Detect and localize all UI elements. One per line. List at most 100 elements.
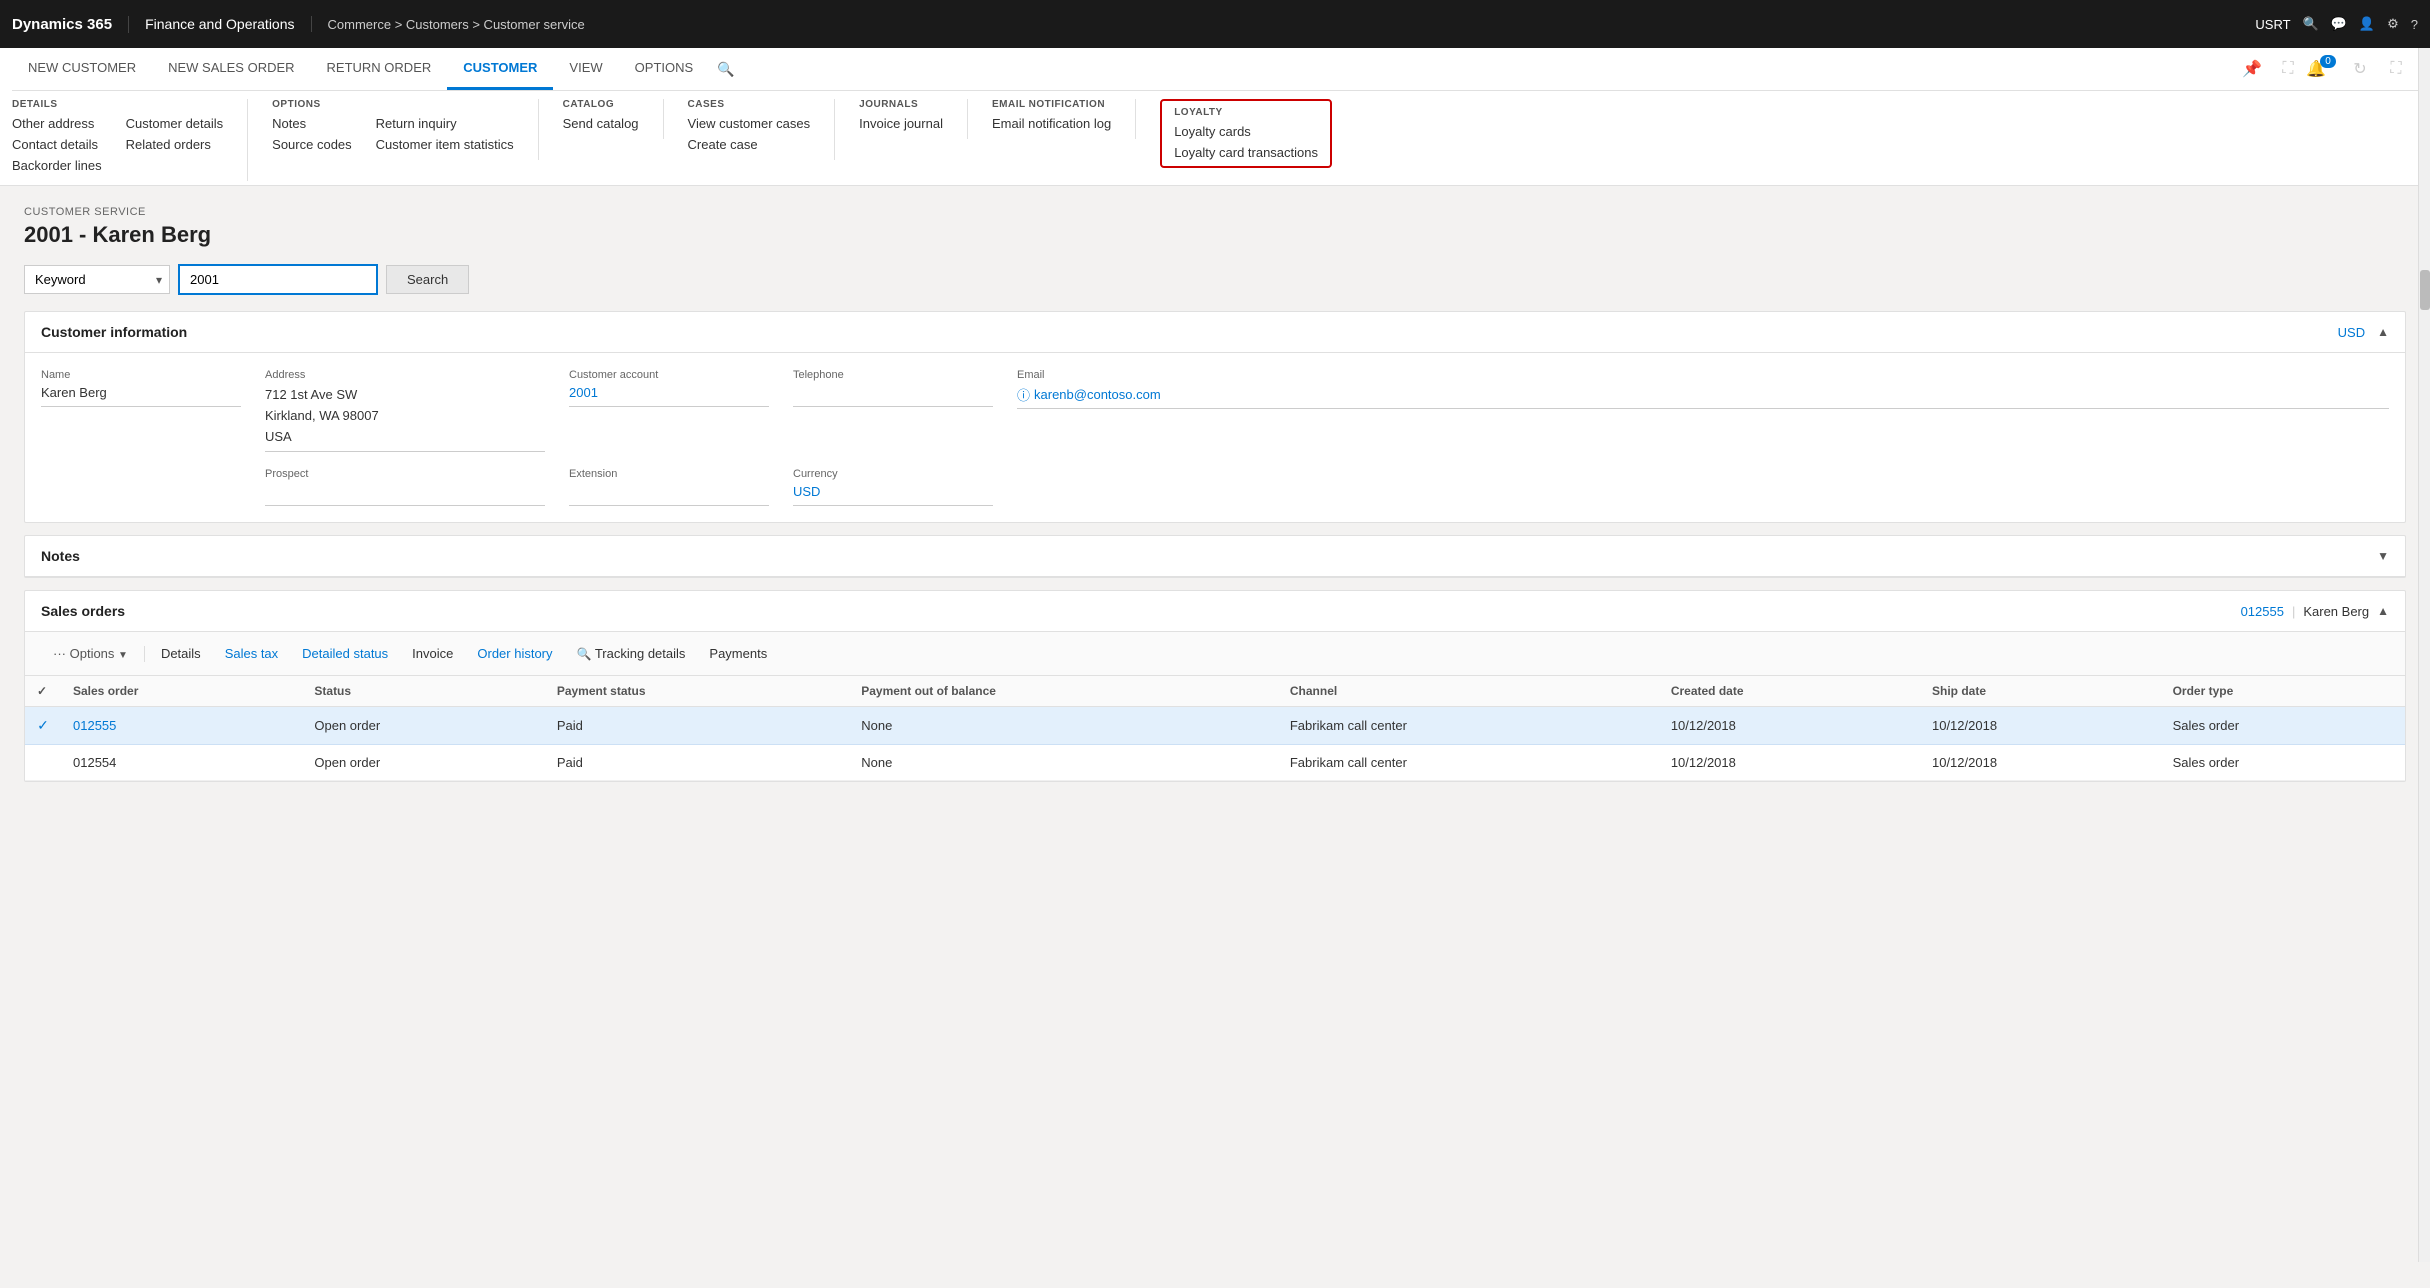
detailed-status-button[interactable]: Detailed status [290,640,400,667]
search-icon[interactable]: 🔍 [2303,16,2319,32]
row2-ship-date: 10/12/2018 [1920,745,2161,781]
tab-view[interactable]: VIEW [553,48,618,90]
details-button[interactable]: Details [149,640,213,667]
row1-order-id[interactable]: 012555 [61,707,302,745]
customer-info-title: Customer information [41,324,187,340]
ribbon-content: DETAILS Other address Contact details Ba… [12,91,2418,185]
search-input[interactable] [178,264,378,295]
table-row[interactable]: ✓ 012555 Open order Paid None Fabrikam c… [25,707,2405,745]
ribbon-view-customer-cases[interactable]: View customer cases [688,116,811,131]
ribbon-send-catalog[interactable]: Send catalog [563,116,639,131]
ribbon-loyalty-cards[interactable]: Loyalty cards [1174,124,1318,139]
customer-account-label: Customer account [569,369,769,381]
person-icon[interactable]: 👤 [2359,16,2375,32]
name-label: Name [41,369,241,381]
table-row[interactable]: 012554 Open order Paid None Fabrikam cal… [25,745,2405,781]
col-created-date[interactable]: Created date [1659,676,1920,707]
sales-orders-collapse-icon[interactable]: ▲ [2377,604,2389,618]
col-payment-status[interactable]: Payment status [545,676,849,707]
journals-group-title: JOURNALS [859,99,943,110]
email-text[interactable]: karenb@contoso.com [1034,387,1161,402]
page-scrollbar[interactable] [2418,48,2430,1262]
row1-checkbox[interactable]: ✓ [25,707,61,745]
extension-label: Extension [569,468,769,480]
scrollbar-thumb[interactable] [2420,270,2430,310]
notes-card: Notes ▼ [24,535,2406,578]
d365-label[interactable]: Dynamics 365 [12,16,129,33]
ribbon-search-icon[interactable]: 🔍 [709,49,742,90]
sales-orders-customer-name: Karen Berg [2303,604,2369,619]
breadcrumb: Commerce > Customers > Customer service [312,17,2256,32]
order-history-button[interactable]: Order history [465,640,564,667]
payments-button[interactable]: Payments [697,640,779,667]
col-status[interactable]: Status [302,676,544,707]
options-button[interactable]: ··· Options ▼ [41,640,140,667]
sales-orders-divider: | [2292,604,2295,619]
row2-status: Open order [302,745,544,781]
ribbon-create-case[interactable]: Create case [688,137,811,152]
ribbon-notification-icon[interactable]: 🔔 0 [2310,55,2338,83]
chat-icon[interactable]: 💬 [2331,16,2347,32]
col-payment-balance[interactable]: Payment out of balance [849,676,1278,707]
prospect-value [265,484,545,506]
ribbon-other-address[interactable]: Other address [12,116,102,131]
currency-value[interactable]: USD [793,484,993,506]
customer-info-header[interactable]: Customer information USD ▲ [25,312,2405,353]
ribbon-refresh-icon[interactable]: ↻ [2346,55,2374,83]
currency-link[interactable]: USD [2338,325,2365,340]
invoice-button[interactable]: Invoice [400,640,465,667]
col-sales-order[interactable]: Sales order [61,676,302,707]
ribbon-source-codes[interactable]: Source codes [272,137,352,152]
customer-info-card: Customer information USD ▲ Name Karen Be… [24,311,2406,523]
tab-customer[interactable]: CUSTOMER [447,48,553,90]
prospect-spacer [41,468,241,506]
col-ship-date[interactable]: Ship date [1920,676,2161,707]
ribbon-group-details: DETAILS Other address Contact details Ba… [12,99,248,181]
details-group-cols: Other address Contact details Backorder … [12,116,223,173]
customer-account-value[interactable]: 2001 [569,385,769,407]
ribbon-related-orders[interactable]: Related orders [126,137,224,152]
tab-new-customer[interactable]: New customer [12,48,152,90]
ribbon-pin-icon[interactable]: 📌 [2238,55,2266,83]
row2-checkbox[interactable] [25,745,61,781]
collapse-icon[interactable]: ▲ [2377,325,2389,339]
keyword-select-wrapper[interactable]: Keyword Customer account Name [24,265,170,294]
ribbon-group-options: OPTIONS Notes Source codes Return inquir… [272,99,538,160]
telephone-field: Telephone [793,369,993,452]
row1-status: Open order [302,707,544,745]
row1-channel: Fabrikam call center [1278,707,1659,745]
address-label: Address [265,369,545,381]
tab-return-order[interactable]: Return order [311,48,448,90]
ribbon-customer-item-stats[interactable]: Customer item statistics [376,137,514,152]
col-order-type[interactable]: Order type [2161,676,2405,707]
fo-label[interactable]: Finance and Operations [129,16,311,32]
address-value: 712 1st Ave SWKirkland, WA 98007USA [265,385,545,452]
row2-order-id[interactable]: 012554 [61,745,302,781]
ribbon-email-notification-log[interactable]: Email notification log [992,116,1111,131]
sales-orders-order-link[interactable]: 012555 [2241,604,2284,619]
details-group-title: DETAILS [12,99,223,110]
email-value[interactable]: ⓘ karenb@contoso.com [1017,385,2389,409]
notes-collapse-icon[interactable]: ▼ [2377,549,2389,563]
settings-icon[interactable]: ⚙ [2387,16,2399,32]
ribbon-backorder-lines[interactable]: Backorder lines [12,158,102,173]
col-channel[interactable]: Channel [1278,676,1659,707]
keyword-select[interactable]: Keyword Customer account Name [24,265,170,294]
tab-new-sales-order[interactable]: New sales order [152,48,310,90]
ribbon-notes[interactable]: Notes [272,116,352,131]
help-icon[interactable]: ? [2411,17,2418,32]
loyalty-group-title: LOYALTY [1174,107,1318,118]
tracking-details-button[interactable]: 🔍 Tracking details [565,640,698,667]
ribbon-invoice-journal[interactable]: Invoice journal [859,116,943,131]
ribbon-contact-details[interactable]: Contact details [12,137,102,152]
ribbon-customer-details[interactable]: Customer details [126,116,224,131]
ribbon-return-inquiry[interactable]: Return inquiry [376,116,514,131]
ribbon-windows-icon[interactable]: ⛶ [2274,55,2302,83]
tab-options[interactable]: OPTIONS [619,48,710,90]
search-button[interactable]: Search [386,265,469,294]
ribbon-loyalty-card-transactions[interactable]: Loyalty card transactions [1174,145,1318,160]
notes-header[interactable]: Notes ▼ [25,536,2405,577]
sales-tax-button[interactable]: Sales tax [213,640,290,667]
ribbon-fullscreen-icon[interactable]: ⛶ [2382,55,2410,83]
email-label: Email [1017,369,2389,381]
